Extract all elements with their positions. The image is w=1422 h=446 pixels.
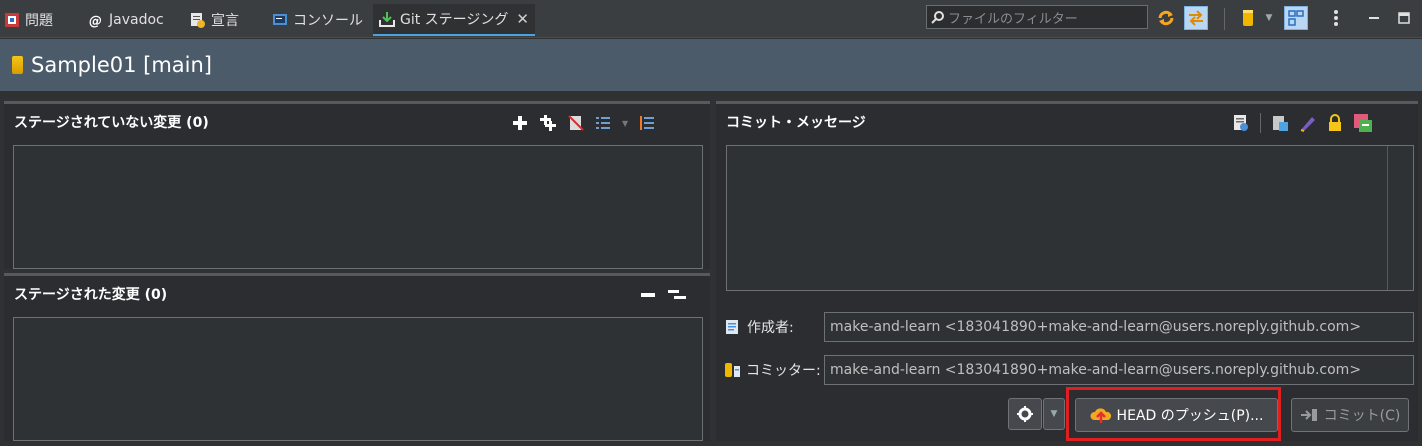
- javadoc-icon: @: [88, 12, 104, 29]
- commit-label: コミット(C): [1323, 408, 1401, 424]
- more-vert-icon: [1334, 10, 1338, 26]
- problems-icon: [4, 12, 20, 28]
- repository-icon: [1243, 10, 1253, 26]
- author-label-row: 作成者:: [724, 312, 794, 342]
- settings-button[interactable]: [1008, 398, 1042, 430]
- repository-header: Sample01 [main]: [0, 39, 1422, 91]
- link-with-selection-icon: [1189, 10, 1203, 26]
- commit-toolbar: [1232, 113, 1373, 133]
- layout-toggle-button[interactable]: [1284, 6, 1308, 30]
- maximize-icon: [1398, 12, 1410, 24]
- tab-label: コンソール: [293, 13, 363, 29]
- git-staging-view: 問題 @ Javadoc 宣言 コンソール Git ステージング ✕ ファイルの…: [0, 0, 1422, 446]
- search-icon: [931, 11, 944, 24]
- staged-file-list[interactable]: [13, 317, 703, 441]
- committer-field[interactable]: make-and-learn <183041890+make-and-learn…: [824, 355, 1414, 385]
- page-title: Sample01 [main]: [31, 53, 212, 77]
- sign-off-icon[interactable]: [1299, 114, 1317, 132]
- staged-changes-title: ステージされた変更 (0): [14, 287, 168, 303]
- link-selection-button[interactable]: [1184, 6, 1208, 30]
- tab-label: Git ステージング: [400, 12, 509, 28]
- minimize-icon: [1369, 17, 1379, 19]
- settings-dropdown[interactable]: ▼: [1043, 398, 1065, 430]
- previous-commit-message-icon[interactable]: [1232, 114, 1250, 132]
- highlight-frame: [1066, 387, 1281, 441]
- ignore-file-icon[interactable]: [568, 115, 584, 131]
- svg-text:@: @: [89, 14, 102, 28]
- toolbar-divider: [1260, 113, 1261, 133]
- tab-label: 宣言: [211, 13, 239, 29]
- author-icon: [726, 320, 738, 334]
- refresh-button[interactable]: [1154, 6, 1178, 30]
- toolbar-divider: [1224, 8, 1225, 30]
- close-icon[interactable]: ✕: [516, 10, 529, 28]
- unstaged-changes-section: ステージされていない変更 (0) ▼: [4, 101, 710, 269]
- tab-bar: 問題 @ Javadoc 宣言 コンソール Git ステージング ✕ ファイルの…: [0, 0, 1422, 38]
- gear-icon: [1017, 406, 1033, 422]
- gerrit-change-id-icon[interactable]: [1353, 113, 1373, 133]
- sort-list-icon[interactable]: [639, 115, 655, 131]
- commit-icon: [1300, 409, 1317, 421]
- committer-label-row: コミッター:: [724, 355, 821, 385]
- tab-git-staging[interactable]: Git ステージング ✕: [373, 4, 535, 36]
- amend-commit-icon[interactable]: [1271, 114, 1289, 132]
- tab-problems[interactable]: 問題: [4, 6, 53, 34]
- view-menu-button[interactable]: [1324, 6, 1348, 30]
- tab-javadoc[interactable]: @ Javadoc: [88, 6, 164, 34]
- author-label: 作成者:: [747, 320, 794, 336]
- commit-message-scrollbar[interactable]: [1387, 146, 1413, 290]
- file-filter-input[interactable]: ファイルのフィルター: [926, 5, 1148, 29]
- author-field[interactable]: make-and-learn <183041890+make-and-learn…: [824, 312, 1414, 342]
- chevron-down-icon: ▼: [1265, 13, 1273, 23]
- committer-icon: [725, 363, 740, 377]
- refresh-icon: [1158, 10, 1174, 26]
- tree-view-icon[interactable]: [595, 115, 611, 131]
- tab-declaration[interactable]: 宣言: [190, 6, 239, 34]
- tab-label: 問題: [25, 13, 53, 29]
- commit-button[interactable]: コミット(C): [1291, 398, 1409, 432]
- console-icon: [272, 12, 288, 28]
- filter-placeholder: ファイルのフィルター: [948, 11, 1078, 27]
- remove-from-index-icon[interactable]: [640, 287, 656, 303]
- tab-console[interactable]: コンソール: [272, 6, 363, 34]
- repository-dropdown[interactable]: ▼: [1262, 6, 1276, 30]
- staged-changes-section: ステージされた変更 (0): [4, 273, 710, 441]
- unstaged-file-list[interactable]: [13, 145, 703, 269]
- commit-message-input[interactable]: [726, 145, 1414, 291]
- maximize-button[interactable]: [1392, 6, 1416, 30]
- chevron-down-icon[interactable]: ▼: [622, 119, 628, 128]
- unstaged-toolbar: ▼: [512, 113, 655, 133]
- tab-label: Javadoc: [109, 12, 164, 28]
- minimize-button[interactable]: [1362, 6, 1386, 30]
- committer-label: コミッター:: [746, 363, 821, 379]
- repository-icon: [12, 56, 23, 74]
- add-to-index-icon[interactable]: [512, 115, 528, 131]
- chevron-down-icon: ▼: [1050, 409, 1058, 419]
- gpg-sign-icon[interactable]: [1327, 114, 1343, 132]
- add-all-to-index-icon[interactable]: [539, 115, 557, 131]
- repository-button[interactable]: [1236, 6, 1260, 30]
- staged-toolbar: [640, 285, 687, 305]
- declaration-icon: [190, 12, 206, 28]
- layout-icon: [1288, 10, 1304, 26]
- remove-all-from-index-icon[interactable]: [667, 287, 687, 303]
- git-staging-icon: [379, 11, 395, 27]
